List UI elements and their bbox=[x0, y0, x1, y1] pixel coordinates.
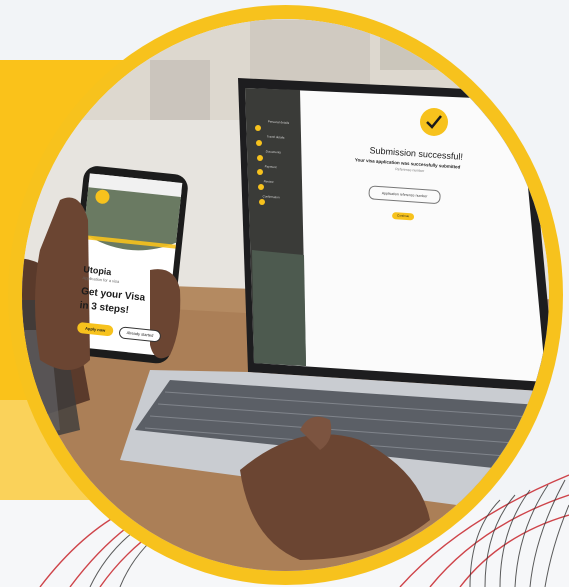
phone-subtitle: Application for a visa bbox=[82, 275, 120, 284]
phone-secondary-button[interactable]: Already started bbox=[118, 326, 162, 343]
phone-screen: Utopia Application for a visa Get your V… bbox=[71, 264, 172, 383]
phone-apply-button[interactable]: Apply now bbox=[76, 321, 114, 337]
laptop-screen: Submission successful! Your visa applica… bbox=[344, 144, 492, 273]
laptop-sub-message: Reference number bbox=[395, 167, 425, 174]
laptop-reference-field[interactable]: Application reference number bbox=[368, 185, 441, 205]
photo-area: Utopia Application for a visa Get your V… bbox=[22, 19, 549, 571]
sidebar-item[interactable]: Confirmation bbox=[256, 194, 302, 212]
circular-frame: Utopia Application for a visa Get your V… bbox=[8, 5, 563, 585]
phone-headline-line2: in 3 steps! bbox=[79, 300, 130, 317]
laptop-continue-button[interactable]: Continue bbox=[391, 211, 415, 221]
laptop-sidebar: Personal details Travel details Document… bbox=[256, 119, 307, 212]
